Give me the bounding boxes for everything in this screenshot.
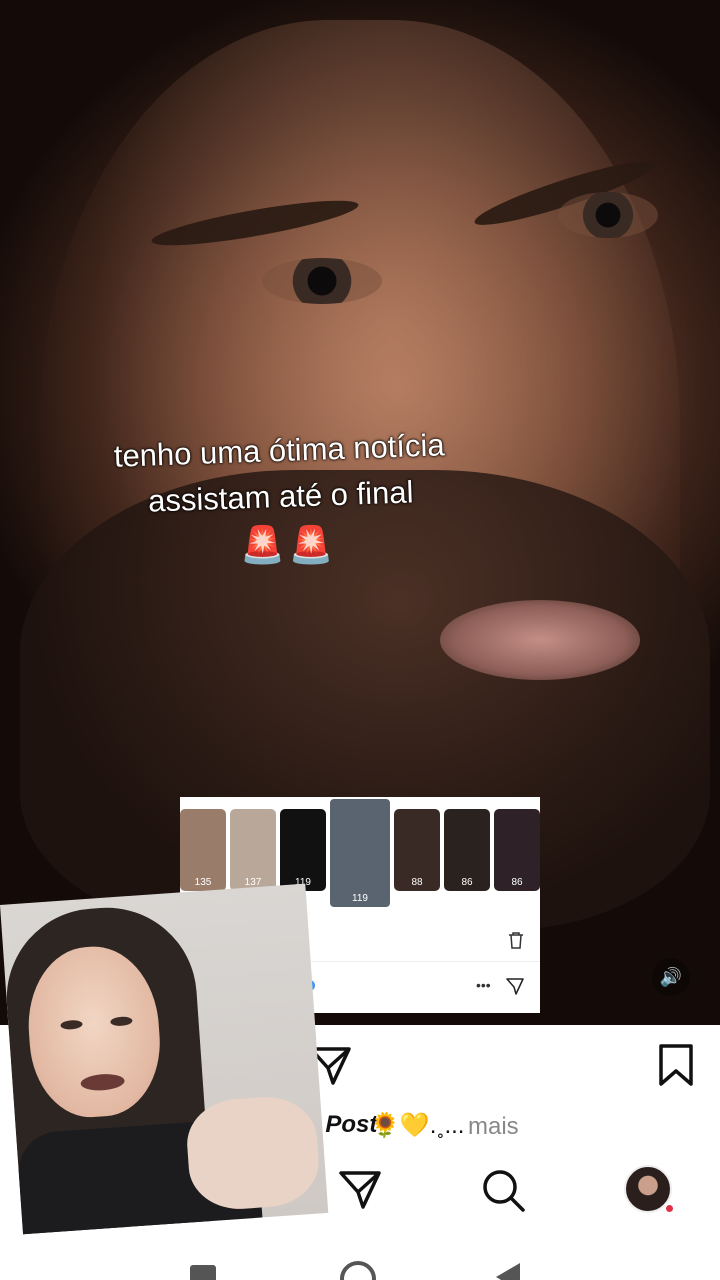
- more-link[interactable]: mais: [468, 1113, 519, 1141]
- story-thumb[interactable]: 119: [280, 809, 326, 891]
- thumb-count: 86: [461, 877, 473, 888]
- video-frame: [558, 192, 658, 238]
- home-icon[interactable]: [340, 1261, 376, 1280]
- creator-video-overlay: [0, 883, 329, 1235]
- siren-emoji: 🚨🚨: [240, 524, 338, 565]
- system-nav-bar: [0, 1255, 720, 1280]
- story-thumb[interactable]: 135: [180, 809, 226, 891]
- video-caption: tenho uma ótima notícia assistam até o f…: [59, 420, 502, 527]
- story-thumb-active[interactable]: 119: [330, 799, 390, 907]
- story-thumb[interactable]: 88: [394, 809, 440, 891]
- caption-emoji: 🌻💛.˳...: [370, 1111, 464, 1140]
- caption-emoji-text: 🌻💛.˳: [370, 1112, 445, 1139]
- messages-icon[interactable]: [338, 1167, 382, 1211]
- creator-frame: [184, 1093, 322, 1213]
- notification-dot: [664, 1203, 675, 1214]
- thumb-count: 88: [411, 877, 423, 888]
- more-icon[interactable]: •••: [476, 977, 491, 993]
- story-thumb[interactable]: 86: [494, 809, 540, 891]
- volume-icon[interactable]: 🔊: [652, 958, 690, 996]
- send-icon[interactable]: [506, 977, 524, 1000]
- thumb-count: 86: [511, 877, 523, 888]
- recents-icon[interactable]: [190, 1265, 216, 1280]
- story-thumb[interactable]: 137: [230, 809, 276, 891]
- video-frame: [262, 258, 382, 304]
- video-frame: [440, 600, 640, 680]
- thumb-count: 135: [194, 877, 212, 888]
- search-icon[interactable]: [480, 1167, 526, 1213]
- story-thumb[interactable]: 86: [444, 809, 490, 891]
- back-icon[interactable]: [496, 1263, 520, 1280]
- trash-icon[interactable]: [508, 931, 524, 954]
- thumb-count: 119: [352, 893, 368, 904]
- caption-ellipsis: ...: [444, 1112, 465, 1139]
- bookmark-icon[interactable]: [656, 1043, 696, 1087]
